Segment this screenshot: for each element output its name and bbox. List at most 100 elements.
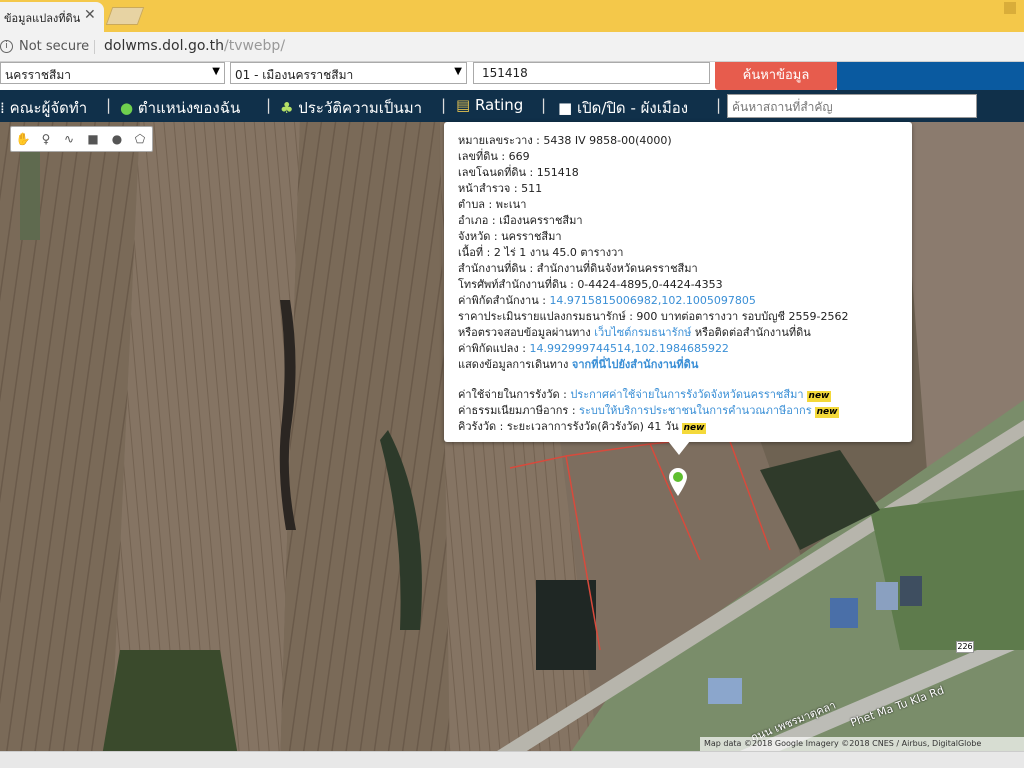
nav-separator: | [541,96,547,114]
row-label: ค่าธรรมเนียมภาษีอากร : [458,404,580,417]
popup-row-appraised-price: ราคาประเมินรายแปลงกรมธนารักษ์ : 900 บาทต… [458,310,848,323]
nav-item-team[interactable]: ⁞ คณะผู้จัดทำ [0,96,87,120]
row-value: 900 บาทต่อตารางวา รอบบัญชี 2559-2562 [636,310,849,323]
route-number-badge: 226 [956,641,974,653]
window-control-icon[interactable] [1004,2,1016,14]
address-bar[interactable]: i Not secure dolwms.dol.go.th/tvwebp/ [0,32,1024,62]
row-value: 0-4424-4895,0-4424-4353 [577,278,723,291]
row-label: หน้าสำรวจ : [458,182,522,195]
globe-icon: ● [120,99,134,117]
url-text[interactable]: dolwms.dol.go.th/tvwebp/ [104,38,285,54]
nav-item-label: เปิด/ปิด - ผังเมือง [576,99,689,117]
chart-icon: ▤ [456,96,471,114]
tax-calculator-link[interactable]: ระบบให้บริการประชาชนในการคำนวณภาษีอากร [579,404,812,417]
map-attribution: Map data ©2018 Google Imagery ©2018 CNES… [700,737,1024,751]
popup-row-directions: แสดงข้อมูลการเดินทาง จากที่นี่ไปยังสำนัก… [458,358,698,371]
office-coordinates-link[interactable]: 14.9715815006982,102.1005097805 [549,294,755,307]
row-label: หมายเลขระวาง : [458,134,544,147]
tab-title: ข้อมูลแปลงที่ดิน [4,12,81,25]
survey-fee-link[interactable]: ประกาศค่าใช้จ่ายในการรังวัดจังหวัดนครราช… [570,388,803,401]
location-pin-icon[interactable] [668,467,688,497]
row-label: คิวรังวัด : [458,420,507,433]
header-accent [837,62,1024,90]
line-icon[interactable]: ∿ [61,131,77,147]
row-label: หรือตรวจสอบข้อมูลผ่านทาง [458,326,595,339]
row-label: ค่าพิกัดสำนักงาน : [458,294,550,307]
polygon-icon[interactable]: ⬠ [132,131,148,147]
close-tab-icon[interactable]: ✕ [84,7,96,23]
new-badge: new [814,407,840,418]
row-label: ราคาประเมินรายแปลงกรมธนารักษ์ : [458,310,637,323]
browser-status-bar [0,751,1024,768]
row-value: 511 [521,182,543,195]
row-value: 151418 [536,166,579,179]
district-select[interactable]: 01 - เมืองนครราชสีมา ▼ [230,62,467,84]
deed-number-input[interactable]: 151418 [473,62,710,84]
nav-item-label: Rating [474,96,524,114]
chevron-down-icon: ▼ [454,66,462,77]
popup-row-deed-number: เลขโฉนดที่ดิน : 151418 [458,166,579,179]
url-path: /tvwebp/ [223,38,286,54]
pin-icon[interactable]: ♀ [38,131,54,147]
security-status: Not secure [19,39,90,54]
url-host: dolwms.dol.go.th [104,38,224,54]
nav-item-rating[interactable]: ▤ Rating [456,96,523,114]
nav-item-history[interactable]: ♣ ประวัติความเป็นมา [280,96,422,120]
province-select[interactable]: นครราชสีมา ▼ [0,62,225,84]
map-draw-toolbar: ✋ ♀ ∿ ■ ● ⬠ [10,126,153,152]
popup-row-survey-queue: คิวรังวัด : ระยะเวลาการรังวัด(คิวรังวัด)… [458,420,707,434]
browser-tab-bar: ข้อมูลแปลงที่ดิน ✕ [0,0,1024,32]
row-label: อำเภอ : [458,214,500,227]
row-suffix: หรือติดต่อสำนักงานที่ดิน [691,326,811,339]
district-value: 01 - เมืองนครราชสีมา [235,68,354,82]
popup-pointer [668,441,690,455]
browser-tab[interactable]: ข้อมูลแปลงที่ดิน ✕ [0,2,104,32]
main-nav: ⁞ คณะผู้จัดทำ | ● ตำแหน่งของฉัน | ♣ ประว… [0,90,1024,122]
row-label: เลขโฉนดที่ดิน : [458,166,537,179]
popup-row-survey-fee: ค่าใช้จ่ายในการรังวัด : ประกาศค่าใช้จ่าย… [458,388,832,402]
search-button[interactable]: ค้นหาข้อมูล [715,62,837,90]
row-label: ตำบล : [458,198,496,211]
popup-row-land-office: สำนักงานที่ดิน : สำนักงานที่ดินจังหวัดนค… [458,262,698,275]
nav-separator: | [716,96,722,114]
nav-item-city-plan-toggle[interactable]: ■ เปิด/ปิด - ผังเมือง [558,96,688,120]
row-value: 2 ไร่ 1 งาน 45.0 ตารางวา [493,246,624,259]
circle-icon[interactable]: ● [109,131,125,147]
chevron-down-icon: ▼ [212,66,220,77]
directions-link[interactable]: จากที่นี่ไปยังสำนักงานที่ดิน [572,358,698,371]
row-label: โทรศัพท์สำนักงานที่ดิน : [458,278,578,291]
province-value: นครราชสีมา [5,68,71,82]
popup-row-tax-fee: ค่าธรรมเนียมภาษีอากร : ระบบให้บริการประช… [458,404,840,418]
row-value: ระยะเวลาการรังวัด(คิวรังวัด) 41 วัน [506,420,679,433]
treasury-website-link[interactable]: เว็บไซต์กรมธนารักษ์ [594,326,691,339]
nav-item-label: ประวัติความเป็นมา [298,99,423,117]
checkbox-icon: ■ [558,99,573,117]
row-label: ค่าใช้จ่ายในการรังวัด : [458,388,571,401]
landmark-search-input[interactable]: ค้นหาสถานที่สำคัญ [727,94,977,118]
search-form: นครราชสีมา ▼ 01 - เมืองนครราชสีมา ▼ 1514… [0,62,1024,90]
hand-icon[interactable]: ✋ [15,131,31,147]
new-badge: new [681,423,707,434]
row-label: ค่าพิกัดแปลง : [458,342,530,355]
parcel-coordinates-link[interactable]: 14.992999744514,102.1984685922 [529,342,728,355]
info-icon[interactable]: i [0,40,13,53]
row-label: จังหวัด : [458,230,502,243]
popup-row-treasury-check: หรือตรวจสอบข้อมูลผ่านทาง เว็บไซต์กรมธนาร… [458,326,811,339]
row-value: 5438 IV 9858-00(4000) [543,134,672,147]
popup-row-office-coordinates: ค่าพิกัดสำนักงาน : 14.9715815006982,102.… [458,294,756,307]
nav-item-my-location[interactable]: ● ตำแหน่งของฉัน [120,96,240,120]
row-label: แสดงข้อมูลการเดินทาง [458,358,572,371]
popup-row-area: เนื้อที่ : 2 ไร่ 1 งาน 45.0 ตารางวา [458,246,623,259]
divider [94,40,95,54]
rectangle-icon[interactable]: ■ [85,131,101,147]
nav-separator: | [106,96,112,114]
nav-item-label: ตำแหน่งของฉัน [137,99,241,117]
new-tab-button[interactable] [105,7,145,25]
people-icon: ⁞ [0,99,5,117]
popup-row-land-number: เลขที่ดิน : 669 [458,150,530,163]
parcel-info-popup: หมายเลขระวาง : 5438 IV 9858-00(4000) เลข… [444,122,912,442]
row-value: นครราชสีมา [501,230,562,243]
popup-row-parcel-coordinates: ค่าพิกัดแปลง : 14.992999744514,102.19846… [458,342,729,355]
popup-row-survey-page: หน้าสำรวจ : 511 [458,182,542,195]
row-value: สำนักงานที่ดินจังหวัดนครราชสีมา [536,262,698,275]
